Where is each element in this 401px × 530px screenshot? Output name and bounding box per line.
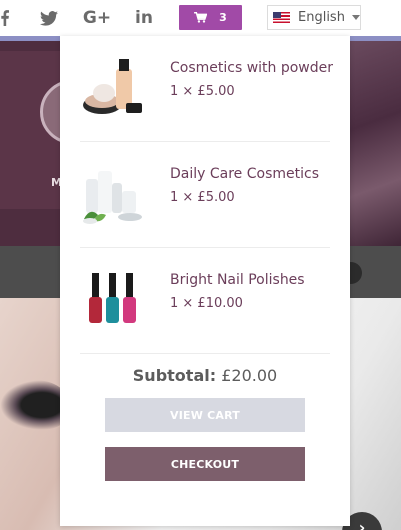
cart-button[interactable]: 3	[179, 5, 242, 30]
cart-item-qty-price: 1 × £10.00	[170, 296, 243, 311]
shopping-cart-icon	[194, 12, 208, 23]
caret-down-icon	[351, 15, 360, 20]
cart-item-qty-price: 1 × £5.00	[170, 190, 235, 205]
cart-count: 3	[219, 11, 227, 24]
facebook-link[interactable]	[0, 8, 11, 28]
linkedin-link[interactable]: in	[134, 8, 154, 28]
twitter-icon	[40, 10, 58, 26]
mini-cart-dropdown: Cosmetics with powder 1 × £5.00 Daily Ca…	[60, 36, 350, 526]
cart-item[interactable]: Daily Care Cosmetics 1 × £5.00	[80, 142, 330, 248]
linkedin-icon: in	[135, 8, 153, 28]
google-plus-link[interactable]: G+	[82, 8, 112, 28]
cart-item[interactable]: Bright Nail Polishes 1 × £10.00	[80, 248, 330, 354]
hero-side-image	[350, 41, 401, 246]
top-bar: G+ in 3 English	[0, 0, 401, 36]
cart-item-name[interactable]: Bright Nail Polishes	[170, 272, 305, 288]
us-flag-icon	[273, 12, 290, 23]
google-plus-icon: G+	[82, 8, 112, 28]
cart-item-name[interactable]: Cosmetics with powder	[170, 60, 333, 76]
daily-care-cosmetics-image	[80, 161, 146, 227]
cart-item-name[interactable]: Daily Care Cosmetics	[170, 166, 319, 182]
language-label: English	[298, 10, 345, 25]
subtotal-value: £20.00	[221, 366, 278, 385]
subtotal-label: Subtotal:	[132, 366, 217, 385]
cart-subtotal: Subtotal: £20.00	[60, 366, 350, 385]
chevron-right-icon: ›	[358, 518, 366, 530]
view-cart-button[interactable]: VIEW CART	[105, 398, 305, 432]
cart-item-qty-price: 1 × £5.00	[170, 84, 235, 99]
facebook-icon	[1, 10, 9, 26]
cart-item[interactable]: Cosmetics with powder 1 × £5.00	[80, 36, 333, 142]
twitter-link[interactable]	[39, 8, 59, 28]
nail-polishes-image	[80, 267, 146, 333]
cosmetics-powder-image	[80, 55, 146, 121]
language-select[interactable]: English	[267, 5, 361, 30]
checkout-button[interactable]: CHECKOUT	[105, 447, 305, 481]
